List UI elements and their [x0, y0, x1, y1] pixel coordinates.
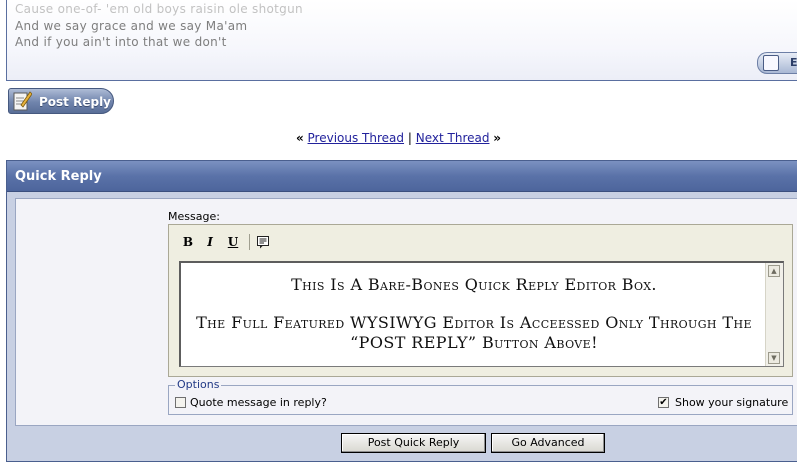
post-reply-button[interactable]: Post Reply	[8, 88, 114, 114]
post-reply-label: Post Reply	[39, 95, 111, 109]
bold-button[interactable]: B	[181, 235, 195, 249]
quote-message-checkbox[interactable]	[175, 397, 186, 408]
post-text-line: Cause one-of- 'em old boys raisin ole sh…	[15, 2, 303, 16]
go-advanced-button[interactable]: Go Advanced	[491, 433, 605, 453]
right-quote: »	[493, 131, 502, 145]
edit-post-button[interactable]: E	[757, 52, 797, 74]
edit-icon	[763, 55, 779, 71]
next-thread-link[interactable]: Next Thread	[416, 131, 490, 145]
options-fieldset: Options Quote message in reply? ✔ Show y…	[168, 378, 793, 415]
editor-text-line: This Is A Bare-Bones Quick Reply Editor …	[291, 275, 657, 294]
underline-button[interactable]: U	[226, 235, 240, 249]
quick-reply-body: Message: B I U This Is A Bare-Bones Quic…	[15, 198, 797, 426]
quick-reply-footer: Post Quick Reply Go Advanced	[15, 429, 797, 461]
italic-button[interactable]: I	[203, 235, 217, 249]
show-signature-label: Show your signature	[675, 396, 789, 409]
scroll-down-arrow-icon[interactable]: ▼	[768, 352, 780, 364]
textarea-scrollbar[interactable]: ▲ ▼	[765, 263, 783, 366]
edit-label: E	[790, 56, 797, 69]
quote-icon[interactable]	[256, 235, 270, 249]
quick-reply-header: Quick Reply	[7, 161, 797, 192]
left-quote: «	[295, 131, 304, 145]
message-label: Message:	[168, 210, 220, 223]
quick-reply-editor: B I U This Is A Bare-Bones Quick Reply E…	[168, 224, 793, 377]
quote-message-label: Quote message in reply?	[190, 396, 327, 409]
previous-post-box: Cause one-of- 'em old boys raisin ole sh…	[6, 0, 797, 81]
message-textarea[interactable]: This Is A Bare-Bones Quick Reply Editor …	[179, 261, 784, 367]
pencil-paper-icon	[13, 91, 32, 111]
scroll-up-arrow-icon[interactable]: ▲	[768, 265, 780, 277]
nav-separator: |	[407, 131, 412, 145]
quick-reply-title: Quick Reply	[15, 169, 102, 184]
editor-text-line: The Full Featured WYSIWYG Editor Is Acce…	[196, 313, 752, 352]
show-signature-checkbox[interactable]: ✔	[658, 397, 669, 408]
toolbar-divider	[249, 234, 250, 250]
quick-reply-panel: Quick Reply Message: B I U This Is A Bar…	[6, 160, 797, 462]
previous-thread-link[interactable]: Previous Thread	[308, 131, 405, 145]
options-legend: Options	[175, 378, 222, 391]
post-text-line: And we say grace and we say Ma'am	[15, 19, 248, 33]
post-quick-reply-button[interactable]: Post Quick Reply	[341, 433, 486, 453]
thread-navigation: « Previous Thread | Next Thread »	[0, 131, 797, 145]
post-text-line: And if you ain't into that we don't	[15, 35, 227, 49]
